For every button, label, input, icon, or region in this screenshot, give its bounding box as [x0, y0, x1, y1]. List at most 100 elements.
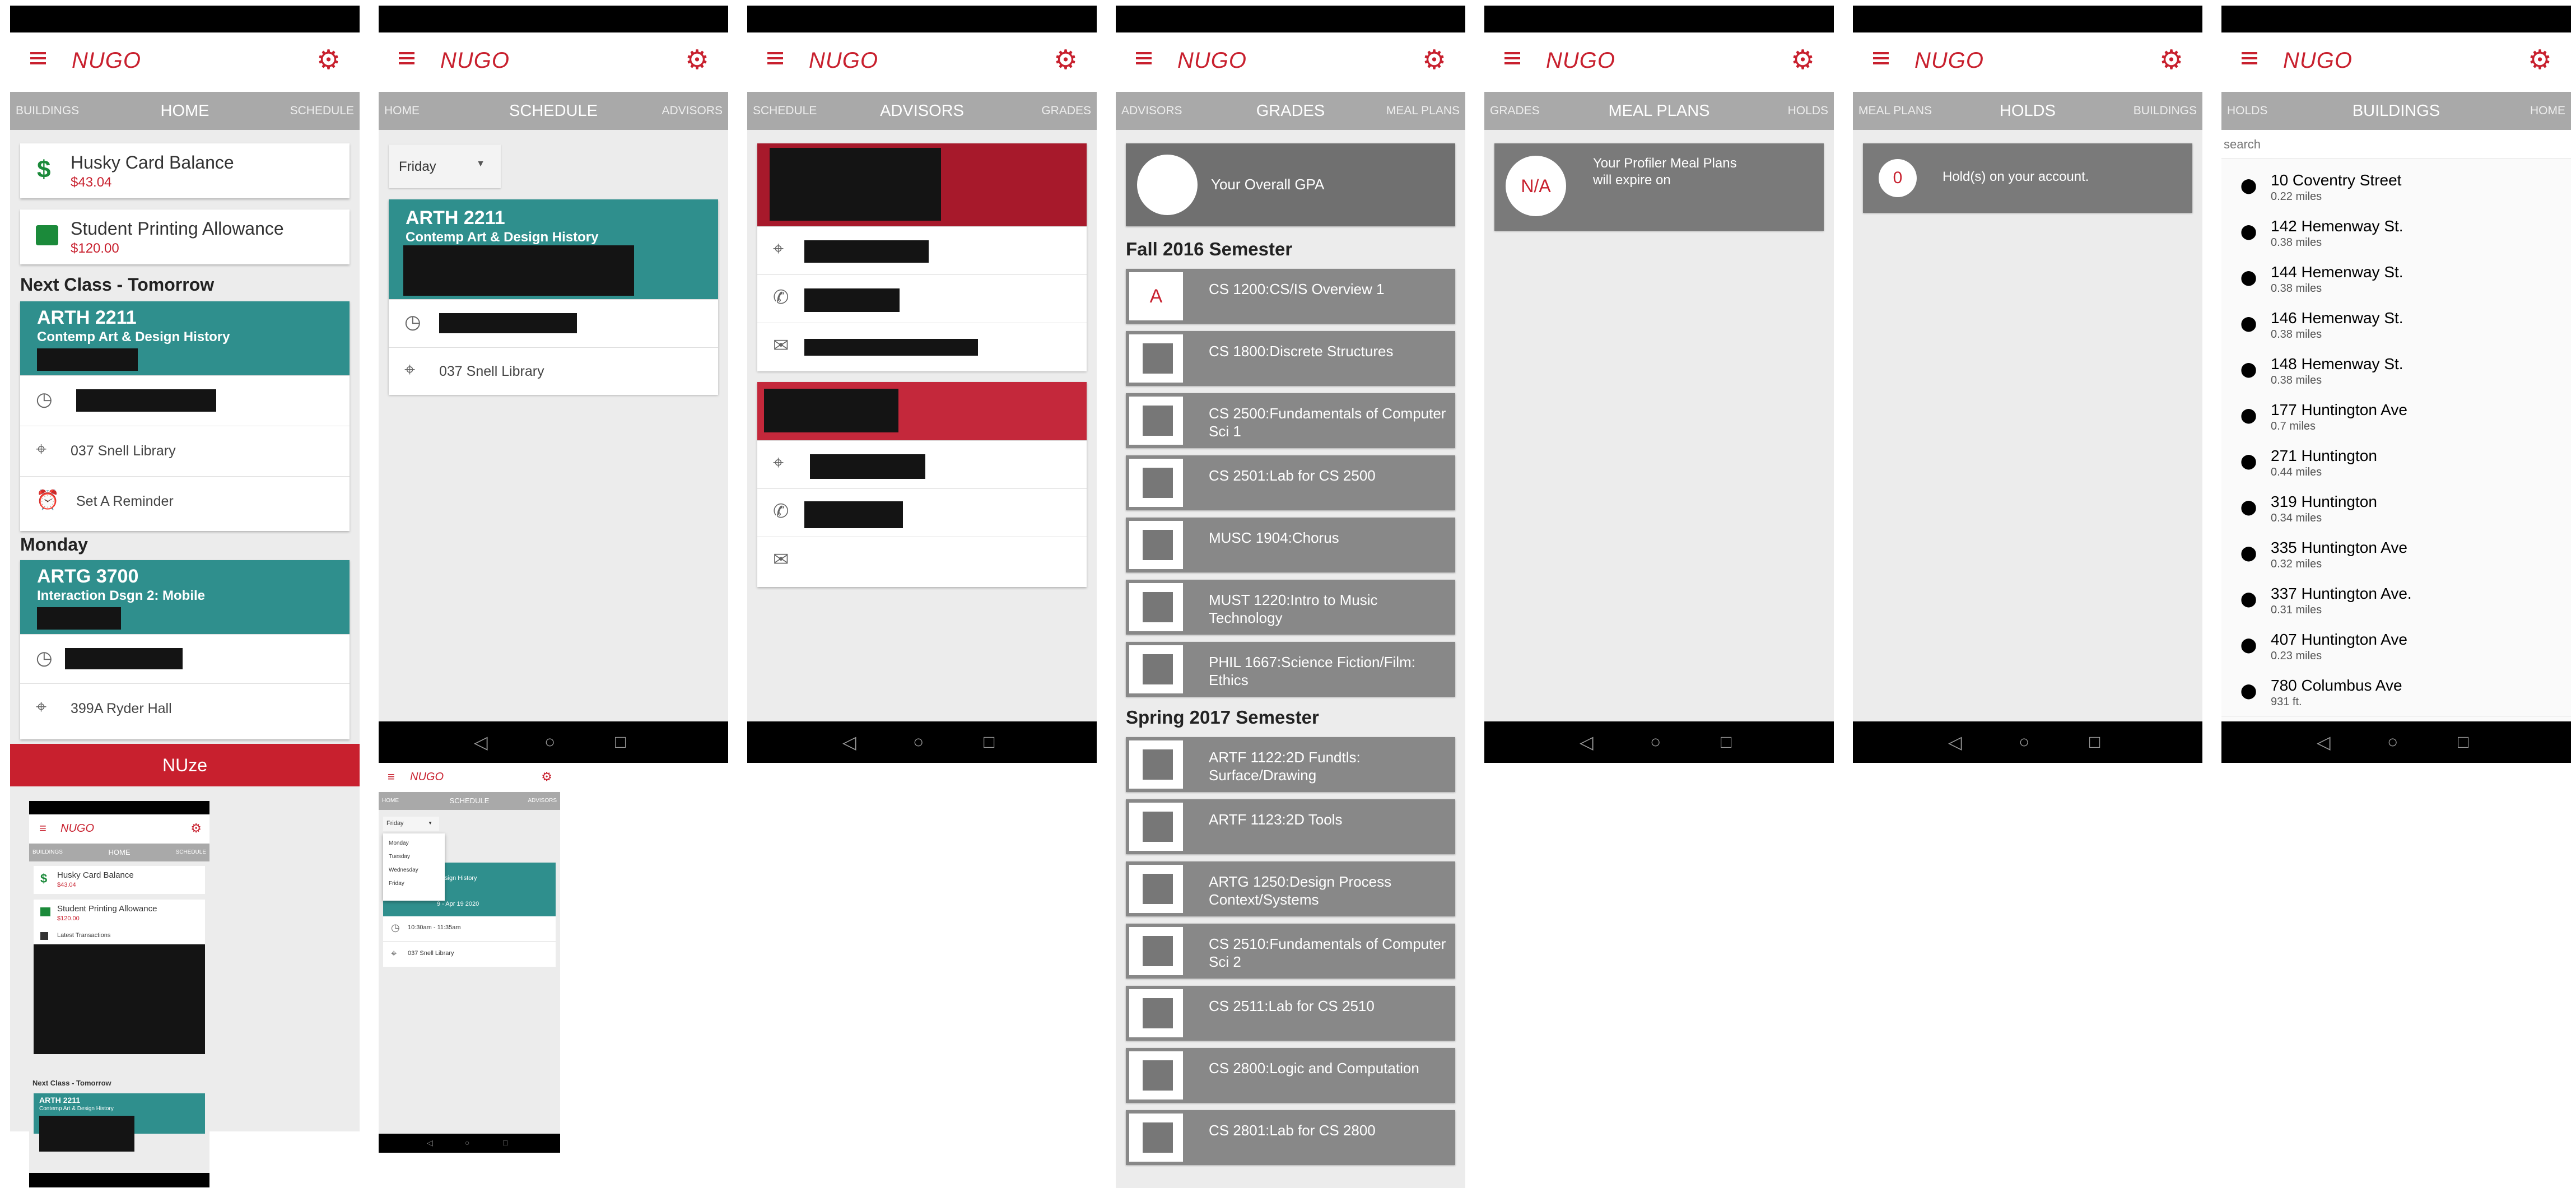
course-card[interactable]: ARTF 1123:2D Tools [1126, 799, 1455, 854]
advisor-email-row[interactable]: ✉ [757, 323, 1087, 371]
tab-holds[interactable]: HOLDS [1788, 104, 1828, 118]
building-search-input[interactable] [2221, 130, 2571, 159]
menu-icon[interactable] [399, 49, 420, 66]
building-item[interactable]: ⬤ 142 Hemenway St. 0.38 miles [2221, 211, 2571, 257]
building-item[interactable]: ⬤ 407 Huntington Ave 0.23 miles [2221, 624, 2571, 670]
husky-card-balance[interactable]: $ Husky Card Balance $43.04 [20, 143, 350, 198]
recents-icon[interactable]: □ [2089, 732, 2100, 752]
day-option[interactable]: Monday [389, 840, 409, 846]
back-icon[interactable]: ◁ [2317, 732, 2331, 753]
tab-grades[interactable]: GRADES [1041, 104, 1091, 118]
course-card[interactable]: CS 2800:Logic and Computation [1126, 1048, 1455, 1103]
recents-icon[interactable]: □ [615, 732, 626, 752]
set-reminder-row[interactable]: ⏰ Set A Reminder [20, 476, 350, 527]
course-card[interactable]: CS 2500:Fundamentals of Computer Sci 1 [1126, 393, 1455, 448]
tab-meal-plans[interactable]: MEAL PLANS [1386, 104, 1460, 118]
settings-gear-icon[interactable]: ⚙ [190, 821, 202, 836]
course-card[interactable]: MUST 1220:Intro to Music Technology [1126, 580, 1455, 635]
printing-allowance[interactable]: Student Printing Allowance $120.00 [20, 209, 350, 264]
building-item[interactable]: ⬤ 177 Huntington Ave 0.7 miles [2221, 394, 2571, 441]
advisor-card[interactable]: ⌖ ✆ ✉ [757, 382, 1087, 587]
nuze-banner-label[interactable]: NUze [10, 744, 360, 786]
recents-icon[interactable]: □ [984, 732, 994, 752]
advisor-card[interactable]: ⌖ ✆ ✉ [757, 143, 1087, 371]
tab-advisors[interactable]: ADVISORS [662, 104, 723, 118]
day-option[interactable]: Tuesday [389, 854, 410, 860]
menu-icon[interactable] [767, 49, 789, 66]
day-option[interactable]: Friday [389, 880, 404, 887]
building-item[interactable]: ⬤ 271 Huntington 0.44 miles [2221, 440, 2571, 487]
course-card[interactable]: CS 1800:Discrete Structures [1126, 331, 1455, 386]
home-nav-icon[interactable]: ○ [1650, 732, 1661, 752]
home-nav-icon[interactable]: ○ [2387, 732, 2398, 752]
settings-gear-icon[interactable]: ⚙ [2159, 47, 2183, 74]
back-icon[interactable]: ◁ [842, 732, 856, 753]
course-card[interactable]: CS 2511:Lab for CS 2510 [1126, 986, 1455, 1041]
settings-gear-icon[interactable]: ⚙ [316, 47, 341, 74]
holds-card[interactable]: 0 Hold(s) on your account. [1863, 143, 2192, 213]
home-nav-icon[interactable]: ○ [465, 1138, 469, 1147]
tab-home[interactable]: HOME [2530, 104, 2565, 118]
day-select[interactable]: Friday ▼ [389, 145, 501, 188]
building-item[interactable]: ⬤ 148 Hemenway St. 0.38 miles [2221, 348, 2571, 395]
tab-schedule[interactable]: SCHEDULE [290, 104, 354, 118]
day-select[interactable]: Friday ▼ [383, 817, 439, 831]
day-option[interactable]: Wednesday [389, 867, 418, 873]
tab-buildings[interactable]: BUILDINGS [2221, 102, 2571, 120]
back-icon[interactable]: ◁ [1948, 732, 1962, 753]
advisor-phone-row[interactable]: ✆ [757, 488, 1087, 537]
settings-gear-icon[interactable]: ⚙ [1422, 47, 1446, 74]
back-icon[interactable]: ◁ [427, 1138, 433, 1148]
settings-gear-icon[interactable]: ⚙ [1054, 47, 1078, 74]
menu-icon[interactable] [1136, 49, 1157, 66]
course-card[interactable]: MUSC 1904:Chorus [1126, 518, 1455, 572]
course-card[interactable]: CS 2510:Fundamentals of Computer Sci 2 [1126, 924, 1455, 979]
back-icon[interactable]: ◁ [474, 732, 488, 753]
tab-advisors[interactable]: ADVISORS [528, 798, 557, 804]
building-item[interactable]: ⬤ 335 Huntington Ave 0.32 miles [2221, 532, 2571, 579]
settings-gear-icon[interactable]: ⚙ [685, 47, 709, 74]
husky-card-balance[interactable]: $ Husky Card Balance $43.04 [34, 866, 205, 894]
menu-icon[interactable] [1504, 49, 1526, 66]
building-item[interactable]: ⬤ 337 Huntington Ave. 0.31 miles [2221, 578, 2571, 625]
course-card[interactable]: A CS 1200:CS/IS Overview 1 [1126, 269, 1455, 324]
recents-icon[interactable]: □ [2458, 732, 2468, 752]
recents-icon[interactable]: □ [1721, 732, 1731, 752]
home-nav-icon[interactable]: ○ [913, 732, 924, 752]
course-card[interactable]: CS 2801:Lab for CS 2800 [1126, 1110, 1455, 1165]
advisor-phone-row[interactable]: ✆ [757, 274, 1087, 323]
meal-plan-card[interactable]: N/A Your Profiler Meal Plans will expire… [1494, 143, 1824, 231]
settings-gear-icon[interactable]: ⚙ [2528, 47, 2552, 74]
menu-icon[interactable]: ≡ [388, 770, 395, 784]
menu-icon[interactable] [2242, 49, 2263, 66]
course-card[interactable]: CS 2501:Lab for CS 2500 [1126, 455, 1455, 510]
course-card[interactable]: ARTG 1250:Design Process Context/Systems [1126, 861, 1455, 916]
latest-transactions[interactable]: Latest Transactions [34, 928, 205, 944]
gpa-card[interactable]: Your Overall GPA [1126, 143, 1455, 226]
tab-buildings[interactable]: BUILDINGS [2134, 104, 2197, 118]
settings-gear-icon[interactable]: ⚙ [541, 770, 552, 784]
course-card[interactable]: ARTF 1122:2D Fundtls: Surface/Drawing [1126, 737, 1455, 792]
building-item[interactable]: ⬤ 319 Huntington 0.34 miles [2221, 486, 2571, 533]
menu-icon[interactable] [30, 49, 52, 66]
building-item[interactable]: ⬤ 144 Hemenway St. 0.38 miles [2221, 257, 2571, 303]
recents-icon[interactable]: □ [503, 1138, 507, 1147]
next-class-card[interactable]: ARTH 2211 Contemp Art & Design History ◷… [20, 301, 350, 531]
back-icon[interactable]: ◁ [1580, 732, 1594, 753]
printing-allowance[interactable]: Student Printing Allowance $120.00 [34, 900, 205, 928]
building-item[interactable]: ⬤ 10 Coventry Street 0.22 miles [2221, 165, 2571, 211]
course-card[interactable]: PHIL 1667:Science Fiction/Film: Ethics [1126, 642, 1455, 697]
menu-icon[interactable]: ≡ [39, 821, 46, 836]
advisor-email-row[interactable]: ✉ [757, 537, 1087, 585]
settings-gear-icon[interactable]: ⚙ [1791, 47, 1815, 74]
menu-icon[interactable] [1873, 49, 1894, 66]
home-nav-icon[interactable]: ○ [2019, 732, 2029, 752]
home-nav-icon[interactable]: ○ [544, 732, 555, 752]
building-item[interactable]: ⬤ 146 Hemenway St. 0.38 miles [2221, 302, 2571, 349]
tab-schedule[interactable]: SCHEDULE [176, 849, 206, 855]
next-class-card[interactable]: ARTH 2211 Contemp Art & Design History [34, 1093, 205, 1152]
monday-class-card[interactable]: ARTG 3700 Interaction Dsgn 2: Mobile ◷ ⌖… [20, 560, 350, 739]
building-item[interactable]: ⬤ 780 Columbus Ave 931 ft. [2221, 670, 2571, 716]
class-card[interactable]: ARTH 2211 Contemp Art & Design History ◷… [389, 199, 718, 395]
tab-meal-plans[interactable]: MEAL PLANS [1484, 102, 1834, 120]
